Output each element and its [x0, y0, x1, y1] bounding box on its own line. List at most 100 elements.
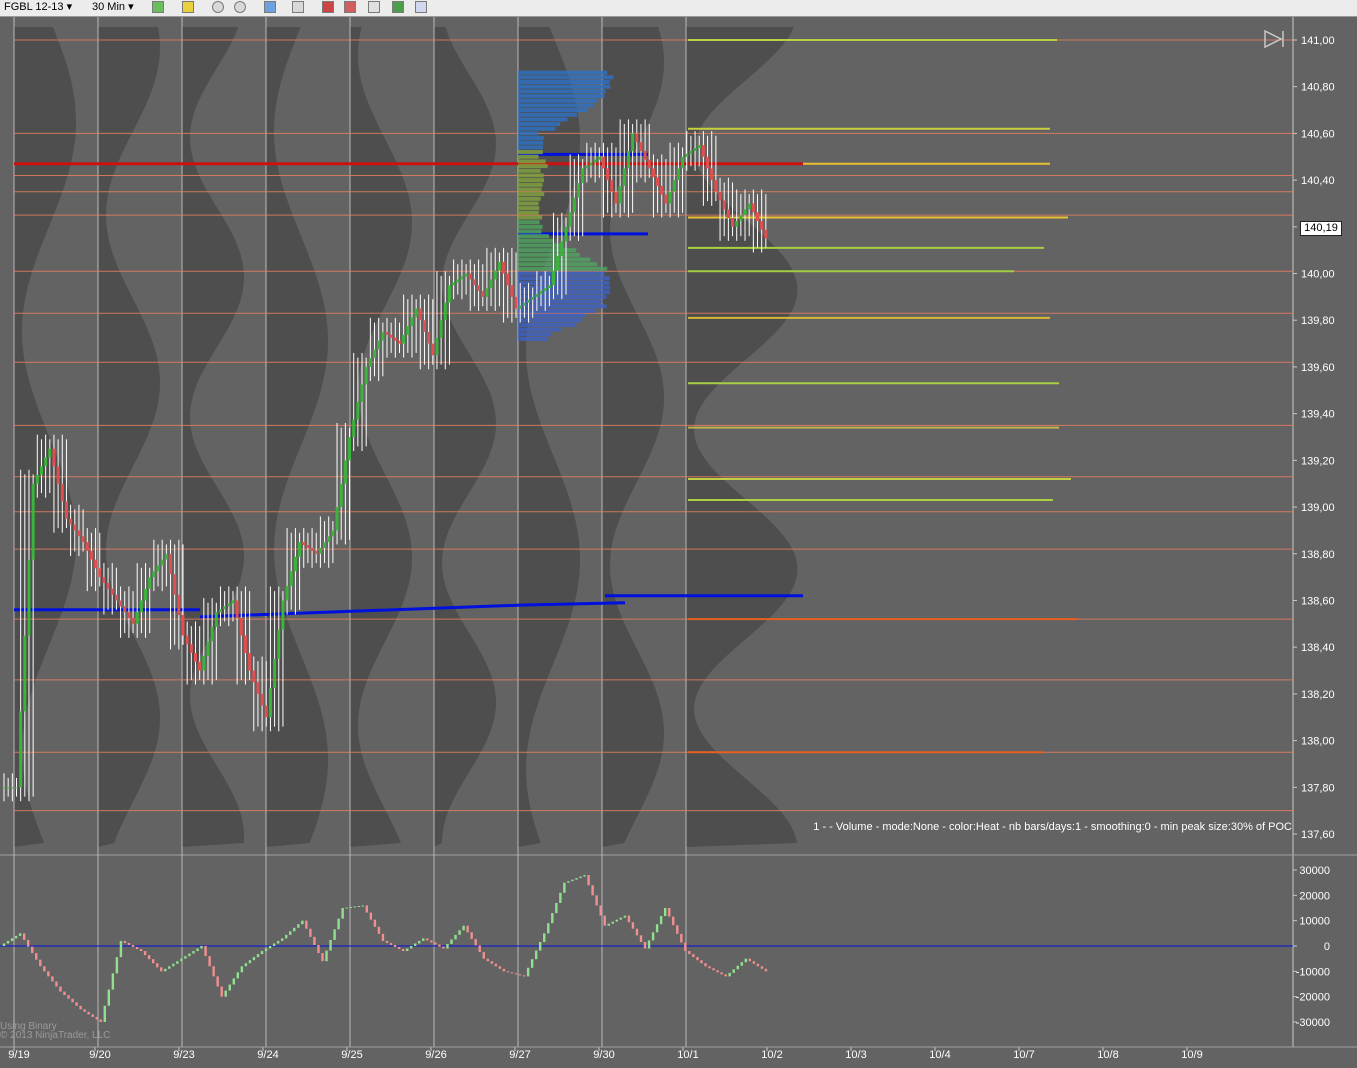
heat-profile-bar — [518, 155, 539, 159]
oscillator-bar — [313, 937, 315, 945]
heat-profile-bar — [518, 141, 543, 145]
oscillator-bar — [692, 954, 694, 957]
candle-body — [107, 583, 110, 589]
oscillator-bar — [708, 966, 710, 968]
price-tick-label: 140,60 — [1301, 128, 1335, 140]
oscillator-bar — [390, 943, 392, 945]
heat-profile-bar — [518, 328, 561, 332]
oscillator-bar — [737, 966, 739, 970]
heat-profile-bar — [518, 248, 576, 252]
candle-body — [739, 215, 742, 221]
candle-body — [27, 560, 30, 636]
oscillator-bar — [100, 1019, 102, 1022]
price-tick-label: 138,20 — [1301, 689, 1335, 701]
candle-body — [90, 551, 93, 560]
oscillator-bar — [309, 929, 311, 937]
price-tick-label: 140,80 — [1301, 82, 1335, 94]
price-chart-svg[interactable]: 141,00140,80140,60140,40140,20140,00139,… — [0, 17, 1357, 1063]
candle-body — [356, 402, 359, 420]
oscillator-bar — [591, 885, 593, 895]
oscillator-bar — [579, 877, 581, 879]
interval-selector[interactable]: 30 Min ▾ — [92, 0, 134, 15]
oscillator-bar — [261, 951, 263, 954]
oscillator-bar — [221, 987, 223, 997]
oscillator-bar — [547, 923, 549, 933]
heat-profile-bar — [518, 206, 539, 210]
heat-profile-bar — [518, 173, 544, 177]
oscillator-bar — [51, 976, 53, 981]
candle-body — [127, 612, 130, 618]
candle-body — [415, 309, 418, 318]
price-tick-label: 138,80 — [1301, 549, 1335, 561]
oscillator-bar — [273, 943, 275, 946]
oscillator-bar — [418, 941, 420, 944]
oscillator-bar — [716, 970, 718, 972]
candle-body — [202, 656, 205, 671]
candle-body — [581, 168, 584, 183]
oscillator-bar — [583, 875, 585, 877]
candle-body — [577, 183, 580, 198]
candle-body — [589, 163, 592, 166]
price-tick-label: 139,80 — [1301, 315, 1335, 327]
candle-body — [744, 209, 747, 215]
candle-body — [169, 554, 172, 574]
pencil-icon[interactable] — [182, 1, 194, 13]
zoom-in-icon[interactable] — [212, 1, 224, 13]
candle-body — [240, 618, 243, 636]
candle-body — [444, 303, 447, 321]
candle-body — [19, 711, 22, 787]
oscillator-bar — [595, 895, 597, 905]
heat-profile-bar — [518, 253, 580, 257]
search-icon[interactable] — [292, 1, 304, 13]
candle-body — [644, 151, 647, 160]
candle-body — [610, 180, 613, 192]
oscillator-bar — [523, 975, 525, 976]
candle-body — [481, 291, 484, 297]
heat-profile-bar — [518, 239, 554, 243]
oscillator-bar — [741, 962, 743, 966]
heat-profile-bar — [518, 215, 542, 219]
candle-body — [44, 457, 47, 466]
oscillator-bar — [406, 949, 408, 952]
oscillator-bar — [604, 916, 606, 926]
candle-body — [57, 466, 60, 484]
candle-body — [652, 168, 655, 177]
zoom-out-icon[interactable] — [234, 1, 246, 13]
price-tick-label: 139,40 — [1301, 409, 1335, 421]
candle-body — [485, 288, 488, 297]
oscillator-bar — [620, 918, 622, 920]
properties-icon[interactable] — [415, 1, 427, 13]
oscillator-tick-label: 20000 — [1299, 890, 1330, 902]
oscillator-bar — [23, 933, 25, 940]
oscillator-bar — [378, 927, 380, 934]
candle-body — [294, 557, 297, 572]
crosshair-icon[interactable] — [264, 1, 276, 13]
oscillator-bar — [317, 945, 319, 953]
date-tick-label: 9/23 — [173, 1049, 194, 1061]
oscillator-bar — [466, 926, 468, 933]
oscillator-bar — [15, 936, 17, 939]
indicators-icon[interactable] — [344, 1, 356, 13]
oscillator-bar — [249, 960, 251, 963]
candle-body — [373, 349, 376, 358]
data-series-icon[interactable] — [322, 1, 334, 13]
candle-body — [98, 568, 101, 577]
candle-body — [477, 285, 480, 291]
strategies-icon[interactable] — [368, 1, 380, 13]
bar-chart-icon[interactable] — [152, 1, 164, 13]
oscillator-bar — [728, 973, 730, 977]
oscillator-bar — [297, 924, 299, 928]
dollar-icon[interactable] — [392, 1, 404, 13]
instrument-selector[interactable]: FGBL 12-13 ▾ — [4, 0, 72, 15]
chart-area[interactable]: 141,00140,80140,60140,40140,20140,00139,… — [0, 17, 1357, 1063]
candle-body — [515, 297, 518, 309]
oscillator-tick-label: 0 — [1324, 941, 1330, 953]
oscillator-bar — [59, 987, 61, 992]
heat-profile-bar — [518, 244, 562, 248]
oscillator-bar — [479, 945, 481, 952]
oscillator-bar — [104, 1006, 106, 1022]
candle-body — [248, 653, 251, 671]
date-tick-label: 10/2 — [761, 1049, 782, 1061]
oscillator-bar — [680, 934, 682, 943]
oscillator-bar — [83, 1009, 85, 1012]
